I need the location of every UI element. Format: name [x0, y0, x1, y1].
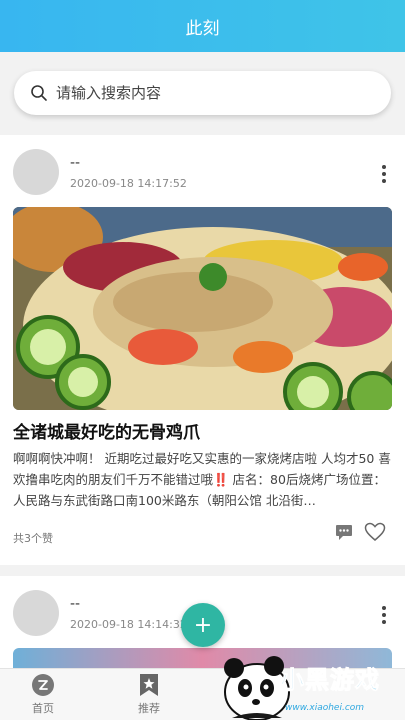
bookmark-icon	[140, 674, 158, 696]
post-time: 2020-09-18 14:17:52	[70, 177, 187, 190]
tab-home[interactable]: 首页	[13, 673, 73, 716]
more-options-icon[interactable]	[381, 165, 387, 183]
comment-icon[interactable]	[335, 524, 353, 541]
watermark-url: www.xiaohei.com	[285, 703, 365, 713]
home-icon	[32, 674, 54, 696]
author-name: --	[70, 596, 81, 612]
avatar[interactable]	[13, 149, 59, 195]
watermark-text: 小黑游戏	[280, 666, 380, 695]
post-time: 2020-09-18 14:14:32	[70, 618, 187, 631]
page-title: 此刻	[185, 18, 220, 39]
avatar[interactable]	[13, 590, 59, 636]
post-image[interactable]	[13, 207, 392, 410]
like-count: 共3个赞	[13, 532, 53, 545]
search-bar[interactable]	[14, 71, 391, 115]
tab-label: 推荐	[138, 702, 160, 715]
more-options-icon[interactable]	[381, 606, 387, 624]
salad-photo	[13, 207, 392, 410]
tab-recommend[interactable]: 推荐	[119, 673, 179, 716]
tab-label: 首页	[32, 702, 54, 715]
post-title[interactable]: 全诸城最好吃的无骨鸡爪	[13, 418, 200, 443]
add-post-button[interactable]: +	[181, 603, 225, 647]
post-card[interactable]: -- 2020-09-18 14:17:52 全诸城最好吃的无骨鸡爪 啊啊啊快冲…	[0, 135, 405, 565]
author-name: --	[70, 155, 81, 171]
search-icon	[31, 85, 47, 101]
post-description[interactable]: 啊啊啊快冲啊！ 近期吃过最好吃又实惠的一家烧烤店啦 人均才50 喜欢撸串吃肉的朋…	[13, 448, 393, 511]
search-input[interactable]	[56, 84, 356, 102]
heart-icon[interactable]	[364, 522, 386, 542]
app-header: 此刻	[0, 0, 405, 52]
